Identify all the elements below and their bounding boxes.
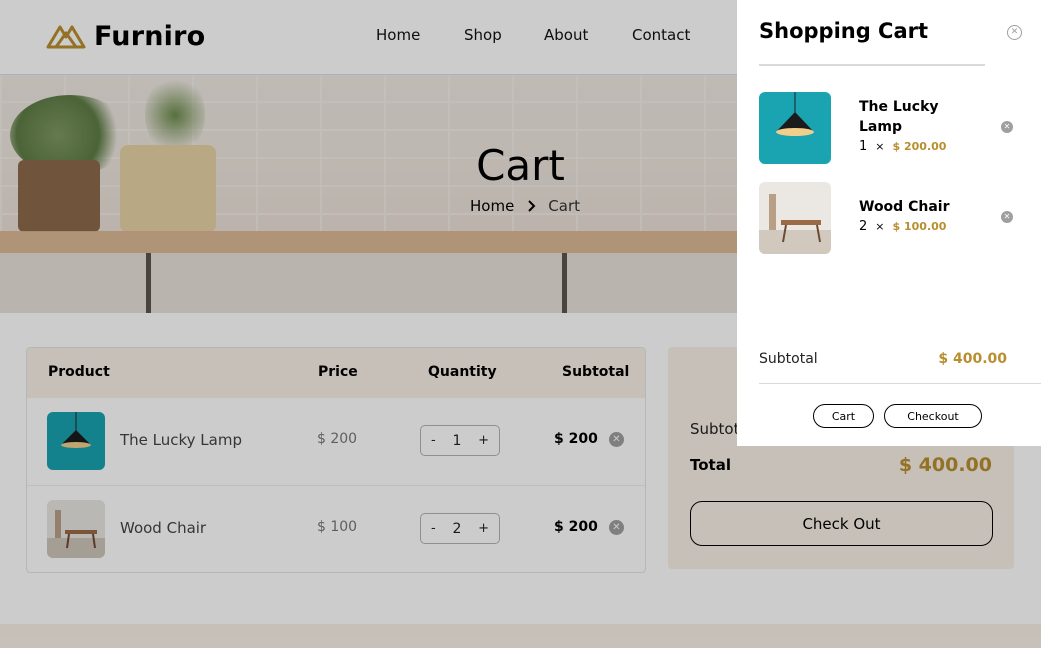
drawer-item-price: $ 100.00 [892,220,947,233]
cart-button[interactable]: Cart [813,404,874,428]
drawer-item-price: $ 200.00 [892,140,947,153]
drawer-item-name[interactable]: The Lucky Lamp [859,97,969,137]
drawer-item: Wood Chair 2 × $ 100.00 ✕ [759,182,1019,254]
divider [759,383,1041,384]
times-sign: × [875,220,885,233]
shopping-cart-drawer: Shopping Cart ✕ The Lucky Lamp 1 × $ 200… [737,0,1041,446]
drawer-subtotal-value: $ 400.00 [938,351,1007,367]
drawer-item-quantity: 1 × $ 200.00 [859,139,946,154]
drawer-item-image-lamp[interactable] [759,92,831,164]
close-icon[interactable]: ✕ [1007,25,1022,40]
times-sign: × [875,140,885,153]
drawer-item-image-chair[interactable] [759,182,831,254]
drawer-item-qty: 1 [859,139,868,154]
divider [759,64,985,66]
drawer-item-quantity: 2 × $ 100.00 [859,219,946,234]
drawer-item-qty: 2 [859,219,868,234]
drawer-title: Shopping Cart [759,19,929,43]
remove-icon[interactable]: ✕ [1001,211,1013,223]
drawer-subtotal-label: Subtotal [759,351,818,367]
remove-icon[interactable]: ✕ [1001,121,1013,133]
checkout-button[interactable]: Checkout [884,404,982,428]
drawer-item-name[interactable]: Wood Chair [859,197,969,217]
drawer-item: The Lucky Lamp 1 × $ 200.00 ✕ [759,92,1019,164]
